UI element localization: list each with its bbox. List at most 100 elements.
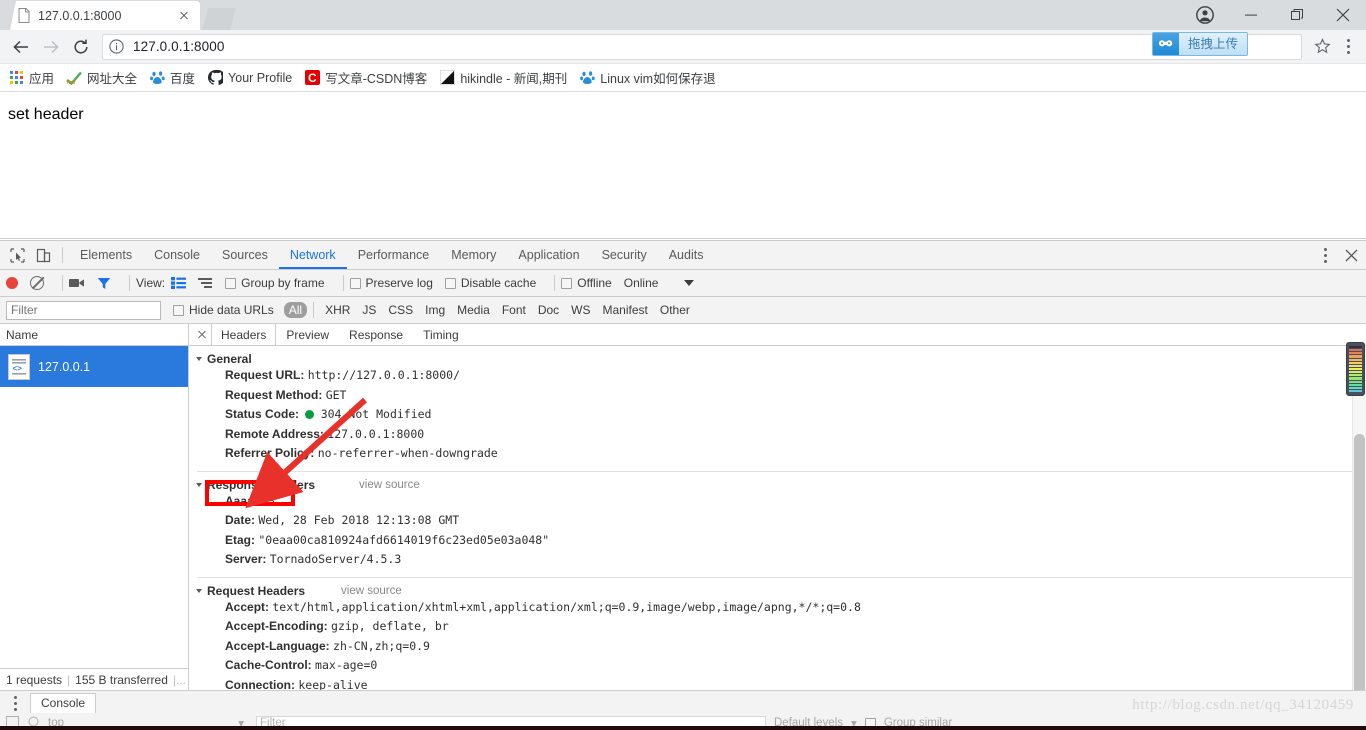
- forward-button[interactable]: [36, 32, 66, 62]
- tab-application[interactable]: Application: [507, 241, 590, 269]
- bookmark-csdn[interactable]: C 写文章-CSDN博客: [304, 68, 427, 87]
- inspect-element-icon[interactable]: [4, 242, 30, 268]
- drawer-more-icon[interactable]: [6, 694, 24, 712]
- divider: [197, 576, 1358, 578]
- tab-elements[interactable]: Elements: [69, 241, 143, 269]
- color-bar-widget[interactable]: [1346, 342, 1365, 396]
- disable-cache-checkbox[interactable]: Disable cache: [444, 276, 536, 290]
- close-detail-icon[interactable]: [193, 326, 211, 344]
- header-name: Referrer Policy:: [225, 446, 315, 460]
- type-filter-all[interactable]: All: [283, 302, 308, 318]
- checkbox[interactable]: [561, 277, 573, 289]
- apps-grid-icon: [8, 70, 24, 86]
- type-filter-js[interactable]: JS: [357, 302, 381, 318]
- scrollbar-thumb[interactable]: [1354, 434, 1365, 704]
- record-button[interactable]: [6, 277, 18, 289]
- type-filter-ws[interactable]: WS: [566, 302, 595, 318]
- more-options-icon[interactable]: [1312, 242, 1338, 268]
- bookmark-label: 应用: [29, 72, 55, 86]
- back-button[interactable]: [6, 32, 36, 62]
- divider: [62, 247, 63, 263]
- group-by-frame-label: Group by frame: [241, 276, 325, 290]
- type-filter-img[interactable]: Img: [420, 302, 450, 318]
- type-filter-css[interactable]: CSS: [383, 302, 418, 318]
- section-general[interactable]: General: [189, 352, 1366, 366]
- hide-data-urls-checkbox[interactable]: [173, 304, 184, 316]
- bookmark-hikindle[interactable]: hikindle - 新闻,期刊: [439, 68, 567, 87]
- view-source-link[interactable]: view source: [341, 585, 402, 597]
- window-close-button[interactable]: [1320, 0, 1366, 30]
- bookmark-label: 网址大全: [87, 72, 138, 86]
- offline-checkbox[interactable]: Offline: [561, 276, 612, 290]
- bookmark-apps[interactable]: 应用: [8, 68, 54, 87]
- detail-tab-response[interactable]: Response: [339, 324, 413, 345]
- reload-button[interactable]: [66, 32, 96, 62]
- tab-sources[interactable]: Sources: [211, 241, 279, 269]
- checkbox[interactable]: [349, 277, 361, 289]
- detail-tab-headers[interactable]: Headers: [211, 324, 277, 345]
- type-filter-media[interactable]: Media: [452, 302, 495, 318]
- tab-security[interactable]: Security: [591, 241, 658, 269]
- bookmark-star-icon[interactable]: [1308, 33, 1336, 61]
- checkbox[interactable]: [444, 277, 456, 289]
- header-name: Accept-Language:: [225, 638, 330, 653]
- waterfall-view-icon[interactable]: [198, 277, 213, 289]
- checkbox[interactable]: [225, 277, 237, 289]
- drawer-tab-console[interactable]: Console: [30, 693, 97, 713]
- header-name: Date:: [225, 513, 256, 527]
- header-value: gzip, deflate, br: [331, 619, 449, 633]
- section-title: Request Headers: [207, 583, 306, 598]
- close-devtools-icon[interactable]: [1338, 242, 1364, 268]
- chevron-down-icon[interactable]: [684, 279, 695, 287]
- bookmark-linux-vim[interactable]: Linux vim如何保存退: [579, 68, 716, 87]
- page-icon: [18, 8, 30, 23]
- preserve-log-checkbox[interactable]: Preserve log: [349, 276, 433, 290]
- request-detail-panel: Headers Preview Response Timing General …: [189, 324, 1366, 704]
- browser-menu-button[interactable]: [1336, 33, 1360, 61]
- baidu-upload-extension-button[interactable]: 拖拽上传: [1151, 32, 1248, 56]
- profile-icon[interactable]: [1182, 0, 1228, 30]
- type-filter-xhr[interactable]: XHR: [320, 302, 355, 318]
- bookmark-baidu[interactable]: 百度: [149, 68, 195, 87]
- tab-memory[interactable]: Memory: [440, 241, 507, 269]
- table-row[interactable]: <> 127.0.0.1: [0, 346, 188, 387]
- tab-close-icon[interactable]: [176, 8, 192, 24]
- status-more: |...: [172, 672, 187, 687]
- tab-audits[interactable]: Audits: [658, 241, 715, 269]
- tab-console[interactable]: Console: [143, 241, 211, 269]
- window-maximize-button[interactable]: [1274, 0, 1320, 30]
- type-filter-manifest[interactable]: Manifest: [598, 302, 653, 318]
- bookmark-your-profile[interactable]: Your Profile: [207, 70, 292, 86]
- browser-tab[interactable]: 127.0.0.1:8000: [10, 1, 200, 30]
- header-row: Request Method: GET: [189, 386, 1366, 406]
- tab-performance[interactable]: Performance: [347, 241, 441, 269]
- tab-network[interactable]: Network: [279, 241, 347, 269]
- type-filter-font[interactable]: Font: [497, 302, 531, 318]
- throttling-select[interactable]: Online: [624, 276, 659, 290]
- section-request-headers[interactable]: Request Headers view source: [189, 584, 1366, 598]
- header-name: Accept-Encoding:: [225, 619, 328, 633]
- filter-funnel-icon[interactable]: [97, 277, 111, 290]
- header-row: Cache-Control: max-age=0: [189, 656, 1366, 676]
- toggle-device-toolbar-icon[interactable]: [30, 242, 56, 268]
- list-view-icon[interactable]: [171, 277, 187, 289]
- detail-scrollbar[interactable]: [1352, 346, 1366, 704]
- group-by-frame-checkbox[interactable]: Group by frame: [225, 276, 325, 290]
- address-bar[interactable]: 127.0.0.1:8000: [102, 33, 1302, 60]
- info-circle-icon[interactable]: [109, 38, 125, 55]
- devtools-topbar-right: [1312, 241, 1364, 269]
- new-tab-button[interactable]: [202, 8, 236, 30]
- type-filter-doc[interactable]: Doc: [533, 302, 564, 318]
- detail-tab-timing[interactable]: Timing: [413, 324, 469, 345]
- view-source-link[interactable]: view source: [359, 479, 420, 491]
- window-minimize-button[interactable]: [1228, 0, 1274, 30]
- type-filter-other[interactable]: Other: [655, 302, 695, 318]
- section-response-headers[interactable]: Response Headers view source: [189, 478, 1366, 492]
- header-name: Status Code:: [225, 407, 300, 421]
- detail-tab-preview[interactable]: Preview: [276, 324, 339, 345]
- bookmark-hao123[interactable]: hao 网址大全: [66, 68, 137, 87]
- capture-screenshots-icon[interactable]: [69, 277, 85, 289]
- clear-button[interactable]: [30, 276, 44, 290]
- preserve-log-label: Preserve log: [365, 276, 433, 290]
- filter-input[interactable]: [6, 300, 161, 320]
